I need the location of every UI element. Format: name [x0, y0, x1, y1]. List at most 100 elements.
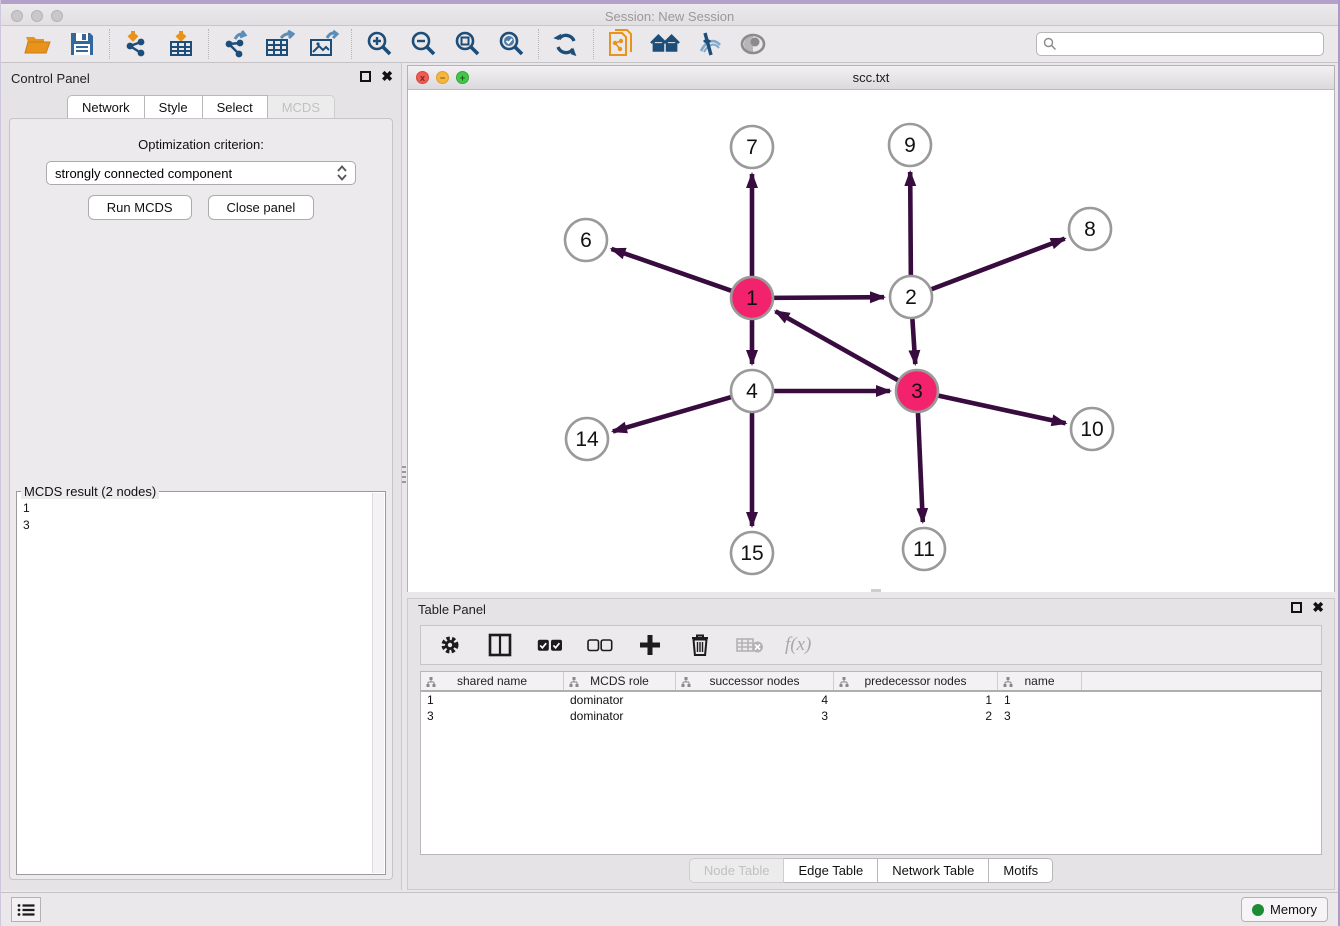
save-icon[interactable] — [67, 29, 97, 59]
edge-3-11[interactable] — [918, 410, 923, 522]
edge-3-1[interactable] — [776, 311, 901, 381]
network-window-titlebar[interactable]: x − + scc.txt — [408, 66, 1334, 90]
show-eye-icon[interactable] — [738, 29, 768, 59]
table-row[interactable]: 1dominator411 — [421, 692, 1321, 708]
table-cell[interactable]: 3 — [421, 708, 564, 724]
table-row[interactable]: 3dominator323 — [421, 708, 1321, 724]
refresh-icon[interactable] — [551, 29, 581, 59]
export-network-icon[interactable] — [221, 29, 251, 59]
node-label-2: 2 — [905, 286, 917, 309]
column-header-shared-name[interactable]: shared name — [421, 672, 564, 690]
edge-2-3[interactable] — [912, 316, 915, 364]
import-network-icon[interactable] — [122, 29, 152, 59]
task-history-button[interactable] — [11, 897, 41, 922]
table-cell[interactable]: 1 — [834, 692, 998, 708]
clone-network-icon[interactable] — [606, 29, 636, 59]
memory-label: Memory — [1270, 902, 1317, 917]
table-cell[interactable]: 3 — [676, 708, 834, 724]
optimization-criterion-dropdown[interactable]: strongly connected component — [46, 161, 356, 185]
table-cell[interactable]: dominator — [564, 708, 676, 724]
zoom-selected-icon[interactable] — [496, 29, 526, 59]
node-label-1: 1 — [746, 287, 758, 310]
run-mcds-button[interactable]: Run MCDS — [88, 195, 192, 220]
network-graph[interactable]: 7968124314101511 — [408, 91, 1334, 592]
column-header-successor-nodes[interactable]: successor nodes — [676, 672, 834, 690]
column-header-name[interactable]: name — [998, 672, 1082, 690]
edge-2-9[interactable] — [910, 172, 911, 278]
edge-1-6[interactable] — [611, 249, 734, 292]
export-image-icon[interactable] — [309, 29, 339, 59]
delete-column-icon[interactable] — [685, 630, 715, 660]
node-label-14: 14 — [575, 428, 599, 451]
tab-select[interactable]: Select — [203, 95, 268, 120]
table-cell[interactable]: dominator — [564, 692, 676, 708]
table-cell[interactable]: 1 — [998, 692, 1082, 708]
zoom-fit-icon[interactable] — [452, 29, 482, 59]
function-builder-icon[interactable]: f(x) — [785, 634, 811, 656]
table-toolbar: f(x) — [420, 625, 1322, 665]
mcds-result-text[interactable]: 1 3 — [23, 500, 371, 872]
column-header-predecessor-nodes[interactable]: predecessor nodes — [834, 672, 998, 690]
table-panel-tabs: Node TableEdge TableNetwork TableMotifs — [689, 858, 1053, 883]
deselect-all-columns-icon[interactable] — [585, 630, 615, 660]
tab-edge-table[interactable]: Edge Table — [784, 858, 878, 883]
window-title: Session: New Session — [1, 9, 1338, 24]
search-field[interactable] — [1036, 32, 1324, 56]
hide-eye-icon[interactable] — [694, 29, 724, 59]
tab-motifs[interactable]: Motifs — [989, 858, 1053, 883]
add-column-icon[interactable] — [635, 630, 665, 660]
float-table-panel-icon[interactable] — [1291, 602, 1302, 613]
network-canvas[interactable]: 7968124314101511 — [408, 91, 1334, 592]
close-panel-icon[interactable]: ✖ — [381, 71, 393, 82]
float-panel-icon[interactable] — [360, 71, 371, 82]
network-view-window: x − + scc.txt 7968124314101511 — [407, 65, 1335, 592]
status-bar: Memory — [1, 892, 1338, 926]
zoom-in-icon[interactable] — [364, 29, 394, 59]
table-panel-title: Table Panel — [418, 602, 486, 617]
table-cell[interactable]: 4 — [676, 692, 834, 708]
canvas-resize-handle[interactable] — [871, 589, 881, 592]
hierarchy-icon — [569, 677, 579, 687]
table-cell[interactable]: 3 — [998, 708, 1082, 724]
export-table-icon[interactable] — [265, 29, 295, 59]
dropdown-selected-value: strongly connected component — [55, 166, 337, 181]
memory-status-icon — [1252, 904, 1264, 916]
import-table-icon[interactable] — [166, 29, 196, 59]
tab-node-table[interactable]: Node Table — [689, 858, 785, 883]
zoom-out-icon[interactable] — [408, 29, 438, 59]
table-cell[interactable]: 2 — [834, 708, 998, 724]
tab-style[interactable]: Style — [145, 95, 203, 120]
node-label-10: 10 — [1080, 418, 1103, 441]
select-all-columns-icon[interactable] — [535, 630, 565, 660]
control-panel-title: Control Panel — [11, 71, 90, 86]
memory-button[interactable]: Memory — [1241, 897, 1328, 922]
gear-icon[interactable] — [435, 630, 465, 660]
tab-mcds[interactable]: MCDS — [268, 95, 335, 120]
node-label-3: 3 — [911, 380, 923, 403]
panel-splitter-handle[interactable] — [402, 466, 406, 484]
show-columns-icon[interactable] — [485, 630, 515, 660]
column-header-MCDS-role[interactable]: MCDS role — [564, 672, 676, 690]
close-panel-button[interactable]: Close panel — [208, 195, 315, 220]
hierarchy-icon — [1003, 677, 1013, 687]
search-input[interactable] — [1061, 37, 1317, 51]
close-table-panel-icon[interactable]: ✖ — [1312, 602, 1324, 613]
table-cell[interactable]: 1 — [421, 692, 564, 708]
hierarchy-icon — [426, 677, 436, 687]
edge-1-2[interactable] — [771, 297, 884, 298]
node-table[interactable]: shared nameMCDS rolesuccessor nodesprede… — [420, 671, 1322, 855]
home-icon[interactable] — [650, 29, 680, 59]
edge-2-8[interactable] — [929, 239, 1065, 291]
main-toolbar — [1, 26, 1338, 63]
tab-network-table[interactable]: Network Table — [878, 858, 989, 883]
delete-table-icon[interactable] — [735, 630, 765, 660]
node-label-6: 6 — [580, 229, 592, 252]
result-scrollbar[interactable] — [372, 493, 384, 873]
table-header-row: shared nameMCDS rolesuccessor nodesprede… — [421, 672, 1321, 692]
optimization-criterion-label: Optimization criterion: — [10, 137, 392, 152]
edge-4-14[interactable] — [613, 396, 734, 431]
application-window: Session: New Session — [0, 0, 1340, 926]
edge-3-10[interactable] — [936, 395, 1066, 423]
tab-network[interactable]: Network — [67, 95, 145, 120]
open-folder-icon[interactable] — [23, 29, 53, 59]
